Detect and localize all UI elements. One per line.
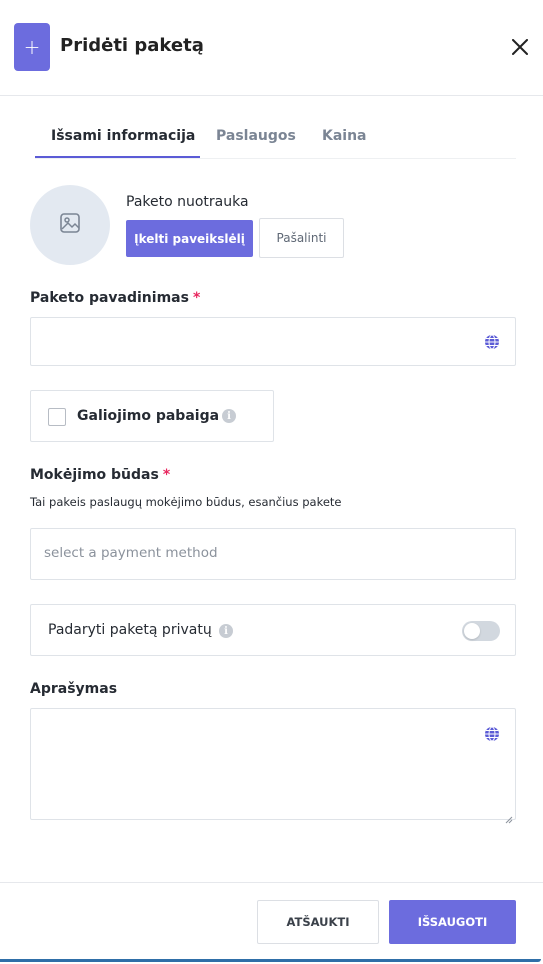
upload-image-button[interactable]: Įkelti paveikslėlį xyxy=(126,220,253,257)
required-mark: * xyxy=(162,467,171,483)
private-option: Padaryti paketą privatų i xyxy=(30,604,516,656)
description-label: Aprašymas xyxy=(30,681,118,697)
tab-bar: Išsami informacija Paslaugos Kaina xyxy=(35,118,516,159)
info-icon[interactable]: i xyxy=(219,624,233,638)
active-tab-underline xyxy=(35,156,200,158)
tab-details[interactable]: Išsami informacija xyxy=(51,128,195,144)
name-label-text: Paketo pavadinimas xyxy=(30,290,189,306)
toggle-knob xyxy=(464,623,480,639)
private-toggle[interactable] xyxy=(462,621,500,641)
expiry-option: Galiojimo pabaiga i xyxy=(30,390,274,442)
modal-header: + Pridėti paketą xyxy=(0,0,543,96)
payment-field-label: Mokėjimo būdas * xyxy=(30,467,170,483)
cancel-button[interactable]: ATŠAUKTI xyxy=(257,900,379,944)
modal-title: Pridėti paketą xyxy=(60,35,204,56)
modal-footer: ATŠAUKTI IŠSAUGOTI xyxy=(0,882,543,964)
required-mark: * xyxy=(192,290,201,306)
payment-hint: Tai pakeis paslaugų mokėjimo būdus, esan… xyxy=(30,495,342,509)
package-photo-placeholder xyxy=(30,185,110,265)
remove-image-button[interactable]: Pašalinti xyxy=(259,218,344,258)
expiry-checkbox[interactable] xyxy=(48,408,66,426)
payment-method-select[interactable]: select a payment method xyxy=(30,528,516,580)
info-icon[interactable]: i xyxy=(222,409,236,423)
name-field-label: Paketo pavadinimas * xyxy=(30,290,200,306)
globe-icon[interactable] xyxy=(484,334,500,350)
resize-handle-icon[interactable] xyxy=(505,809,513,824)
plus-icon: + xyxy=(14,23,50,71)
photo-label: Paketo nuotrauka xyxy=(126,194,249,210)
private-label: Padaryti paketą privatų xyxy=(48,622,212,638)
payment-label-text: Mokėjimo būdas xyxy=(30,467,159,483)
expiry-label: Galiojimo pabaiga xyxy=(77,408,220,424)
tab-price[interactable]: Kaina xyxy=(322,128,367,144)
close-icon[interactable] xyxy=(508,35,532,59)
save-button[interactable]: IŠSAUGOTI xyxy=(389,900,516,944)
package-name-input[interactable] xyxy=(30,317,516,366)
select-placeholder: select a payment method xyxy=(44,545,218,561)
window-edge xyxy=(0,959,541,962)
image-icon xyxy=(59,212,81,238)
globe-icon[interactable] xyxy=(484,726,500,742)
description-textarea[interactable] xyxy=(30,708,516,824)
tab-services[interactable]: Paslaugos xyxy=(216,128,296,144)
